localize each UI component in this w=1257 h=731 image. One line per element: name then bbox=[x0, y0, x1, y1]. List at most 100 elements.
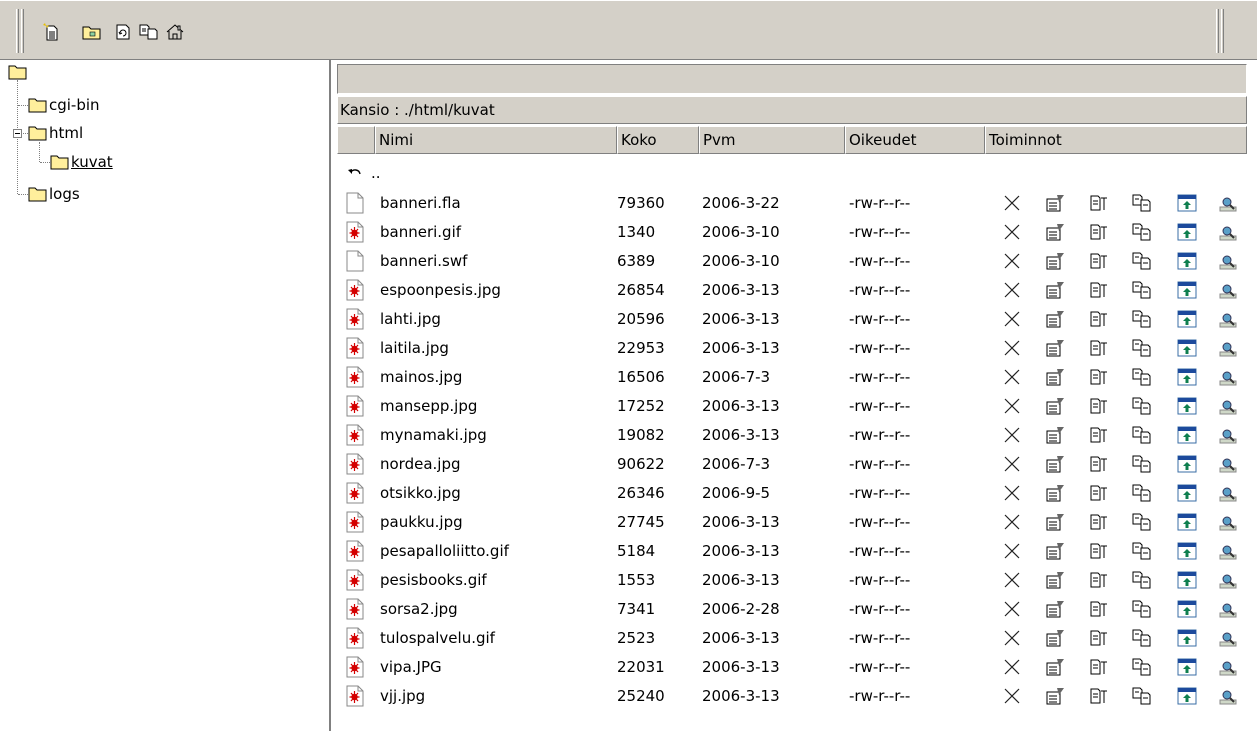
file-name[interactable]: vjj.jpg bbox=[380, 687, 425, 705]
view-button[interactable] bbox=[1217, 424, 1239, 446]
file-name[interactable]: banneri.gif bbox=[380, 223, 461, 241]
rename-button[interactable] bbox=[1088, 424, 1110, 446]
parent-directory-link[interactable]: .. bbox=[347, 162, 381, 184]
file-name[interactable]: banneri.swf bbox=[380, 252, 467, 270]
rename-button[interactable] bbox=[1088, 192, 1110, 214]
properties-button[interactable] bbox=[1044, 250, 1066, 272]
file-name[interactable]: pesisbooks.gif bbox=[380, 571, 487, 589]
home-button[interactable] bbox=[164, 22, 186, 42]
delete-button[interactable] bbox=[1001, 250, 1023, 272]
properties-button[interactable] bbox=[1044, 598, 1066, 620]
upload-button[interactable] bbox=[1176, 221, 1198, 243]
upload-button[interactable] bbox=[1176, 540, 1198, 562]
view-button[interactable] bbox=[1217, 308, 1239, 330]
upload-button[interactable] bbox=[1176, 366, 1198, 388]
properties-button[interactable] bbox=[1044, 192, 1066, 214]
view-button[interactable] bbox=[1217, 395, 1239, 417]
rename-button[interactable] bbox=[1088, 656, 1110, 678]
copy-button[interactable] bbox=[1131, 337, 1153, 359]
rename-button[interactable] bbox=[1088, 511, 1110, 533]
properties-button[interactable] bbox=[1044, 453, 1066, 475]
delete-button[interactable] bbox=[1001, 511, 1023, 533]
tree-item-kuvat[interactable]: kuvat bbox=[50, 151, 113, 173]
tree-item-cgi-bin[interactable]: cgi-bin bbox=[28, 94, 100, 116]
delete-button[interactable] bbox=[1001, 482, 1023, 504]
delete-button[interactable] bbox=[1001, 395, 1023, 417]
file-name[interactable]: vipa.JPG bbox=[380, 658, 442, 676]
delete-button[interactable] bbox=[1001, 627, 1023, 649]
rename-button[interactable] bbox=[1088, 627, 1110, 649]
delete-button[interactable] bbox=[1001, 366, 1023, 388]
file-name[interactable]: banneri.fla bbox=[380, 194, 461, 212]
copy-button[interactable] bbox=[1131, 366, 1153, 388]
delete-button[interactable] bbox=[1001, 598, 1023, 620]
toolbar-grip[interactable] bbox=[1216, 9, 1219, 53]
file-name[interactable]: nordea.jpg bbox=[380, 455, 461, 473]
upload-button[interactable] bbox=[1176, 627, 1198, 649]
view-button[interactable] bbox=[1217, 192, 1239, 214]
rename-button[interactable] bbox=[1088, 598, 1110, 620]
upload-button[interactable] bbox=[1176, 598, 1198, 620]
view-button[interactable] bbox=[1217, 511, 1239, 533]
copy-button[interactable] bbox=[1131, 627, 1153, 649]
upload-button[interactable] bbox=[1176, 308, 1198, 330]
delete-button[interactable] bbox=[1001, 424, 1023, 446]
properties-button[interactable] bbox=[1044, 511, 1066, 533]
copy-button[interactable] bbox=[1131, 482, 1153, 504]
copy-button[interactable] bbox=[1131, 221, 1153, 243]
file-name[interactable]: espoonpesis.jpg bbox=[380, 281, 501, 299]
properties-button[interactable] bbox=[1044, 337, 1066, 359]
delete-button[interactable] bbox=[1001, 337, 1023, 359]
rename-button[interactable] bbox=[1088, 279, 1110, 301]
properties-button[interactable] bbox=[1044, 308, 1066, 330]
view-button[interactable] bbox=[1217, 221, 1239, 243]
copy-button[interactable] bbox=[1131, 598, 1153, 620]
copy-button[interactable] bbox=[1131, 540, 1153, 562]
rename-button[interactable] bbox=[1088, 453, 1110, 475]
view-button[interactable] bbox=[1217, 656, 1239, 678]
properties-button[interactable] bbox=[1044, 221, 1066, 243]
properties-button[interactable] bbox=[1044, 482, 1066, 504]
tree-root[interactable] bbox=[8, 64, 28, 84]
upload-button[interactable] bbox=[1176, 569, 1198, 591]
upload-button[interactable] bbox=[1176, 453, 1198, 475]
copy-button[interactable] bbox=[1131, 424, 1153, 446]
upload-button[interactable] bbox=[1176, 424, 1198, 446]
properties-button[interactable] bbox=[1044, 656, 1066, 678]
rename-button[interactable] bbox=[1088, 540, 1110, 562]
rename-button[interactable] bbox=[1088, 395, 1110, 417]
new-file-button[interactable] bbox=[40, 22, 62, 42]
new-folder-button[interactable] bbox=[81, 22, 103, 42]
copy-button[interactable] bbox=[138, 22, 160, 42]
file-name[interactable]: mainos.jpg bbox=[380, 368, 462, 386]
properties-button[interactable] bbox=[1044, 540, 1066, 562]
view-button[interactable] bbox=[1217, 540, 1239, 562]
properties-button[interactable] bbox=[1044, 627, 1066, 649]
file-name[interactable]: paukku.jpg bbox=[380, 513, 463, 531]
delete-button[interactable] bbox=[1001, 569, 1023, 591]
file-name[interactable]: otsikko.jpg bbox=[380, 484, 461, 502]
view-button[interactable] bbox=[1217, 598, 1239, 620]
tree-item-logs[interactable]: logs bbox=[28, 183, 80, 205]
delete-button[interactable] bbox=[1001, 221, 1023, 243]
tree-item-html[interactable]: html bbox=[28, 122, 83, 144]
upload-button[interactable] bbox=[1176, 482, 1198, 504]
delete-button[interactable] bbox=[1001, 192, 1023, 214]
column-header-date[interactable]: Pvm bbox=[699, 126, 845, 154]
rename-button[interactable] bbox=[1088, 337, 1110, 359]
view-button[interactable] bbox=[1217, 453, 1239, 475]
toolbar-grip[interactable] bbox=[21, 9, 24, 53]
view-button[interactable] bbox=[1217, 685, 1239, 707]
copy-button[interactable] bbox=[1131, 395, 1153, 417]
upload-button[interactable] bbox=[1176, 279, 1198, 301]
view-button[interactable] bbox=[1217, 250, 1239, 272]
copy-button[interactable] bbox=[1131, 511, 1153, 533]
copy-button[interactable] bbox=[1131, 192, 1153, 214]
file-name[interactable]: tulospalvelu.gif bbox=[380, 629, 495, 647]
rename-button[interactable] bbox=[1088, 366, 1110, 388]
delete-button[interactable] bbox=[1001, 279, 1023, 301]
copy-button[interactable] bbox=[1131, 569, 1153, 591]
upload-button[interactable] bbox=[1176, 685, 1198, 707]
view-button[interactable] bbox=[1217, 627, 1239, 649]
upload-button[interactable] bbox=[1176, 192, 1198, 214]
